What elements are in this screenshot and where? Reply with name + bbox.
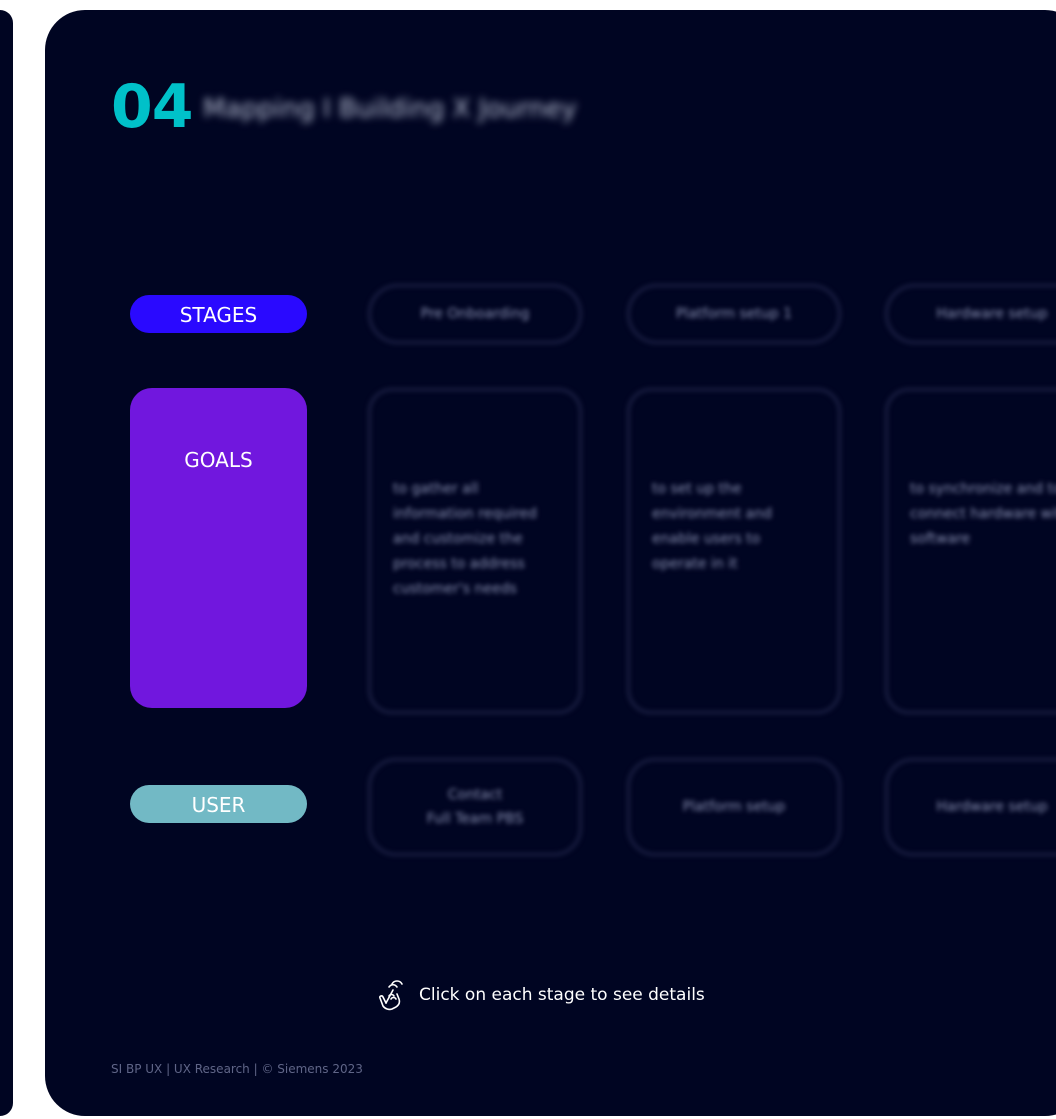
hand-tap-icon: [379, 980, 403, 1011]
user-row-label: USER: [130, 785, 307, 823]
user-card-pre-onboarding: Contact Full Team PBS: [368, 758, 582, 856]
user-card-platform-setup: Platform setup: [627, 758, 841, 856]
stage-card-hardware-setup[interactable]: Hardware setup: [885, 284, 1056, 344]
stage-card-pre-onboarding[interactable]: Pre Onboarding: [368, 284, 582, 344]
section-title: Mapping I Building X Journey: [203, 94, 577, 124]
goal-card-platform-setup: to set up the environment and enable use…: [627, 388, 841, 714]
goals-row-label: GOALS: [130, 388, 307, 708]
stage-card-platform-setup[interactable]: Platform setup 1: [627, 284, 841, 344]
previous-slide-panel: [0, 10, 13, 1116]
click-hint-text: Click on each stage to see details: [419, 985, 705, 1005]
goal-card-hardware-setup: to synchronize and to connect hardware w…: [885, 388, 1056, 714]
journey-slide: 04 Mapping I Building X Journey STAGES G…: [45, 10, 1056, 1116]
section-number: 04: [111, 72, 193, 142]
stages-row-label: STAGES: [130, 295, 307, 333]
user-card-hardware-setup: Hardware setup: [885, 758, 1056, 856]
footer-credit: SI BP UX | UX Research | © Siemens 2023: [111, 1062, 363, 1076]
click-hint: Click on each stage to see details: [375, 978, 705, 1012]
goal-card-pre-onboarding: to gather all information required and c…: [368, 388, 582, 714]
